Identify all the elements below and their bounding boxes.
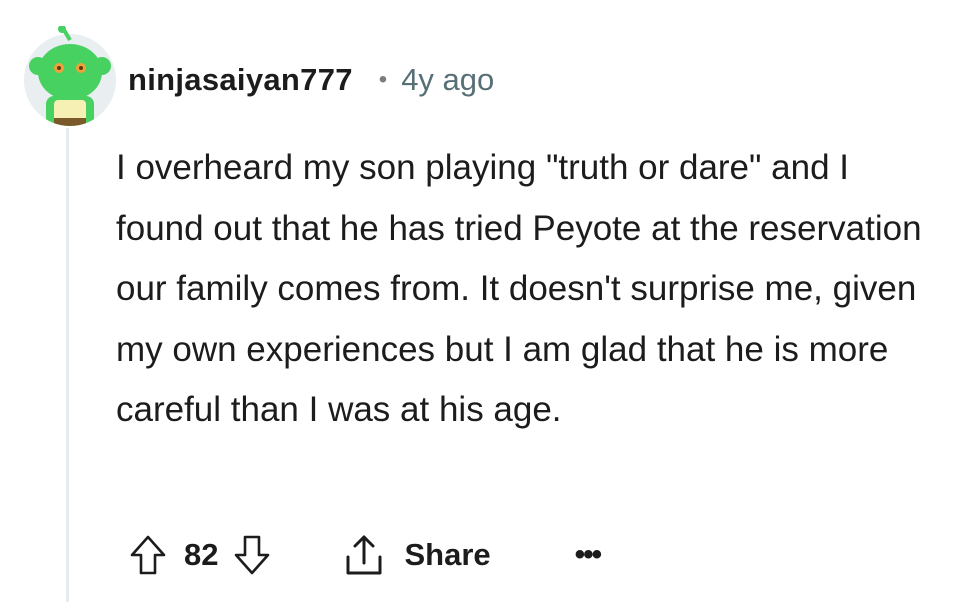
comment-body: I overheard my son playing "truth or dar… [116, 148, 922, 429]
snoo-avatar-icon [24, 25, 116, 126]
vote-count: 82 [184, 537, 219, 572]
author-username[interactable]: ninjasaiyan777 [128, 62, 353, 98]
avatar[interactable] [24, 25, 116, 126]
share-label: Share [404, 537, 491, 572]
downvote-arrow-icon[interactable] [232, 533, 272, 577]
overflow-menu-icon[interactable]: ••• [575, 540, 602, 570]
thread-line[interactable] [66, 128, 69, 602]
comment-actions: 82 Share ••• [128, 526, 602, 584]
meta-separator: • [378, 66, 388, 93]
share-icon [342, 533, 386, 577]
upvote-arrow-icon[interactable] [128, 533, 168, 577]
share-button[interactable]: Share [342, 533, 491, 577]
comment-header: ninjasaiyan777 • 4y ago [128, 58, 494, 102]
comment: ninjasaiyan777 • 4y ago I overheard my s… [0, 0, 960, 602]
comment-age[interactable]: 4y ago [401, 62, 494, 98]
